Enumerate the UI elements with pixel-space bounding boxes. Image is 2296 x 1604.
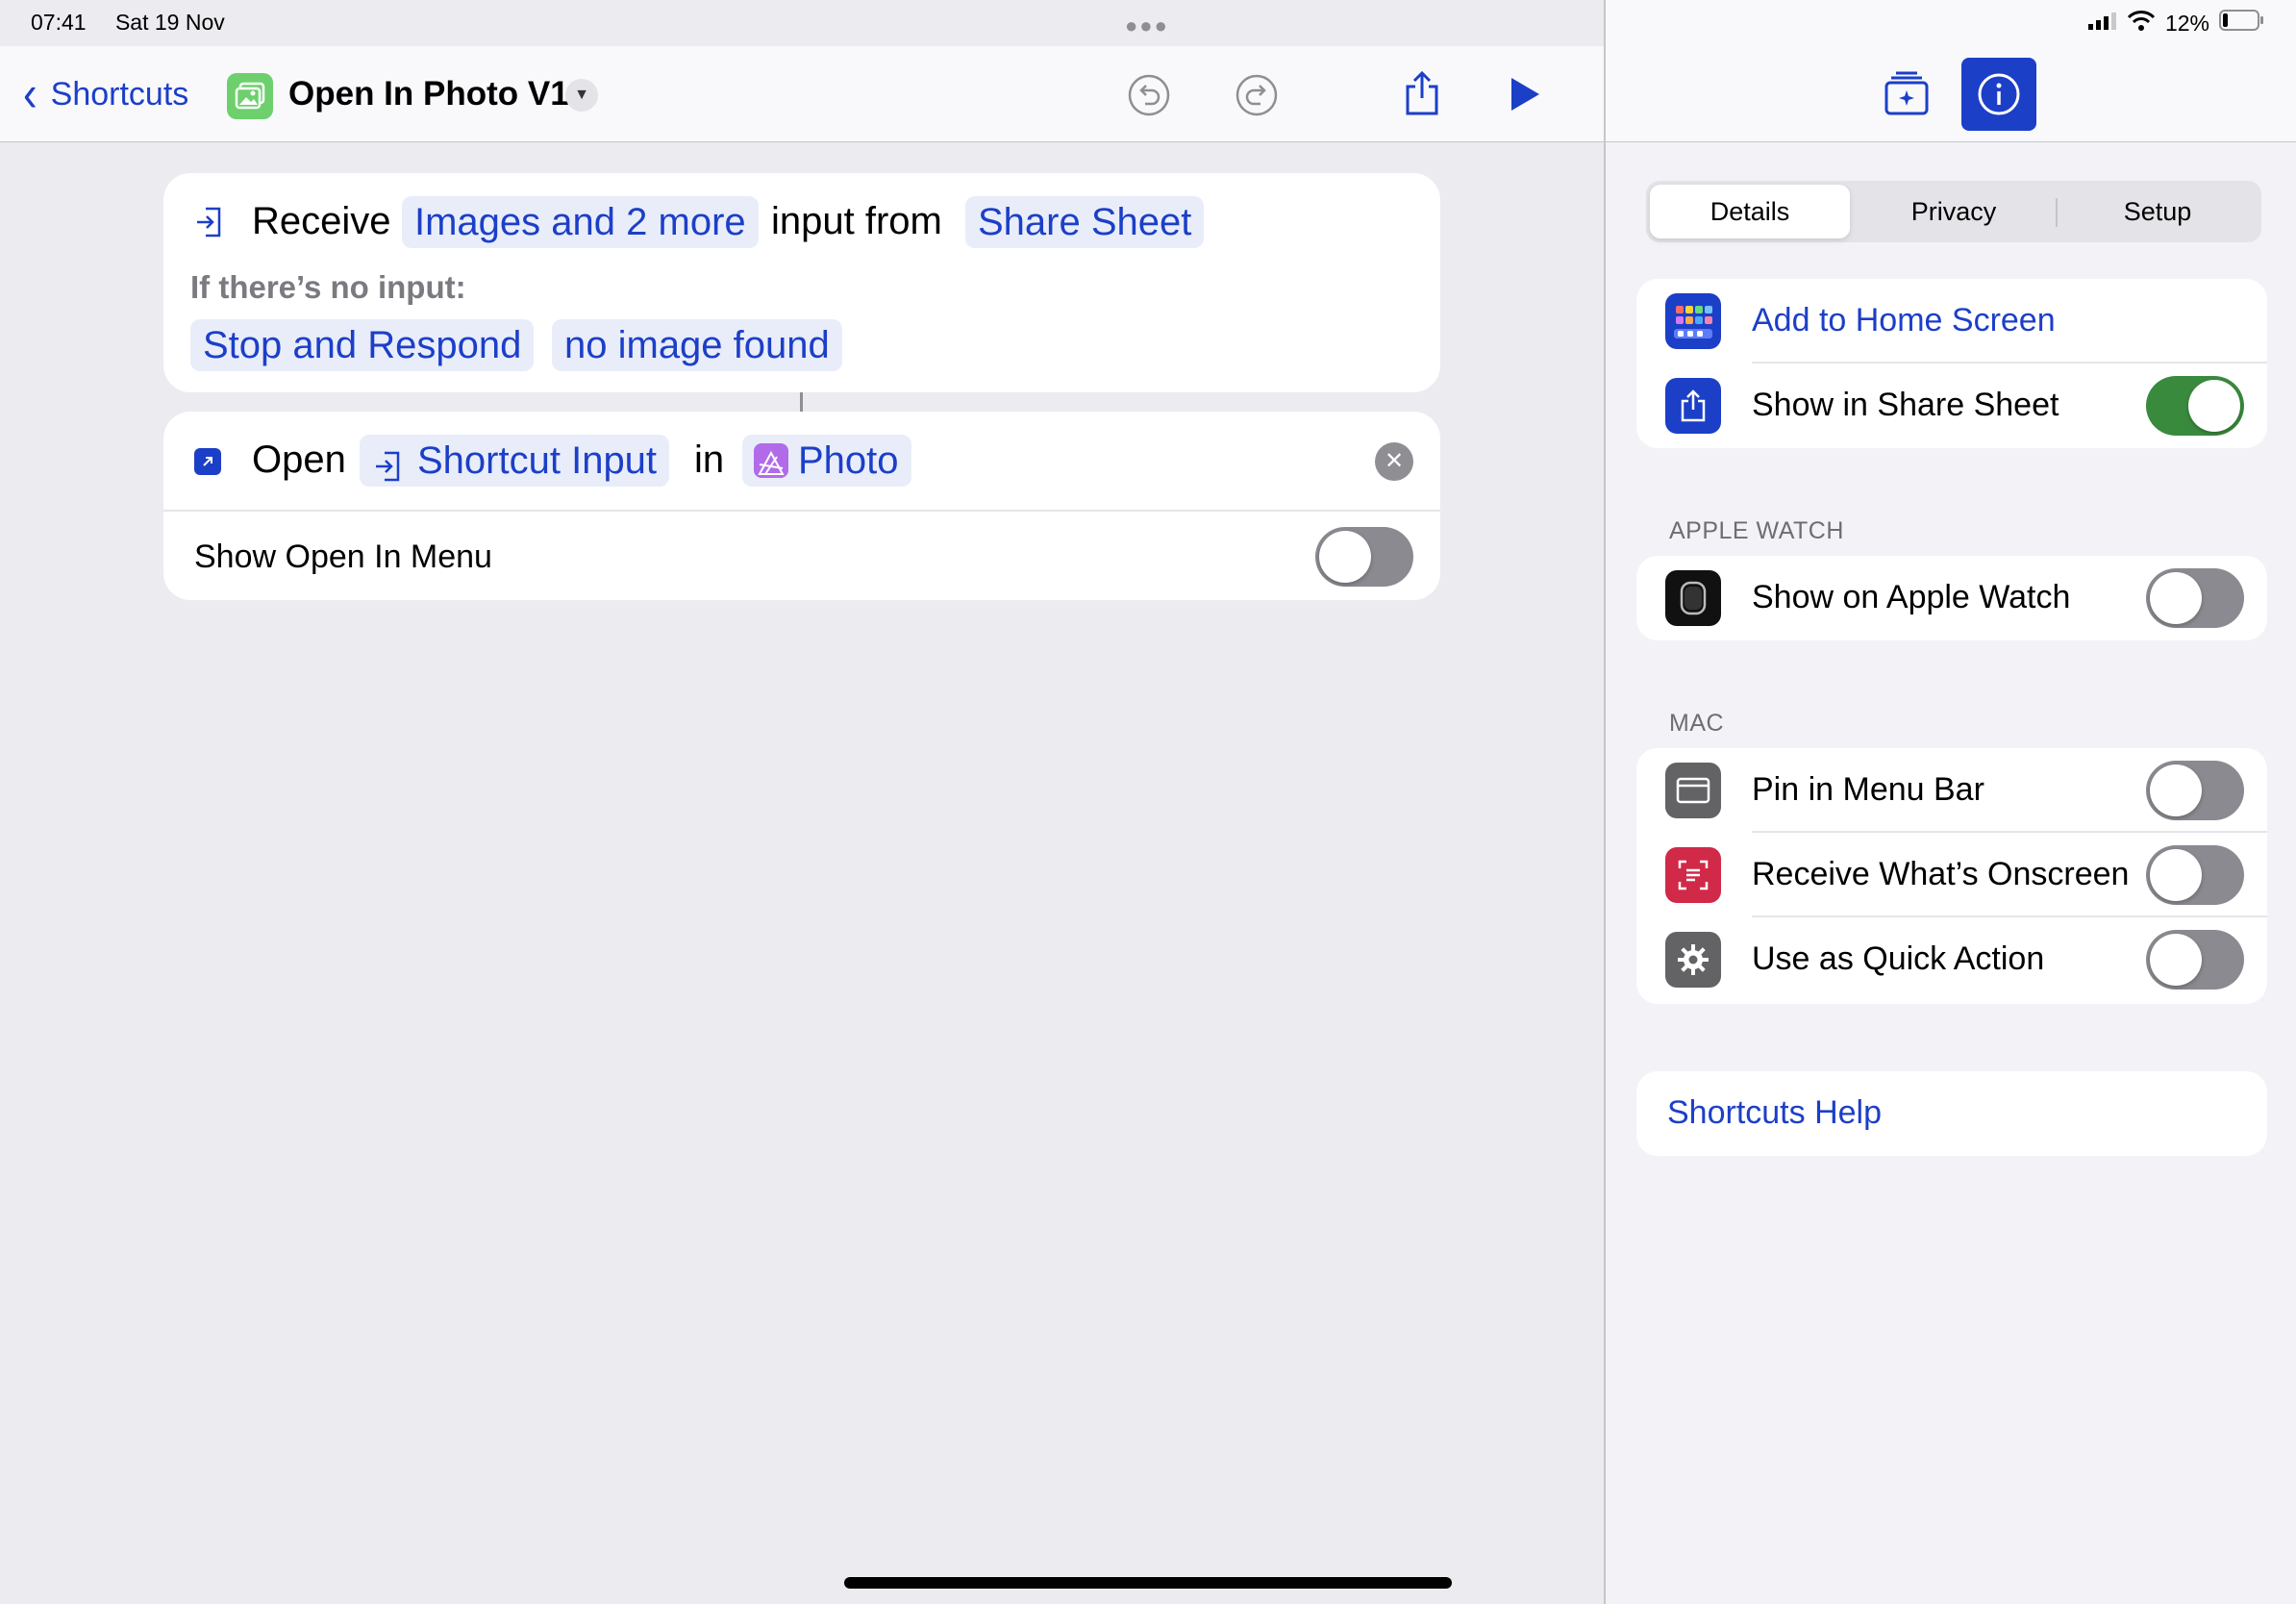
show-open-in-menu-toggle[interactable] — [1315, 527, 1413, 587]
action-connector-line — [800, 392, 803, 412]
mac-section-header: MAC — [1669, 710, 1725, 737]
receive-connector: input from — [771, 200, 942, 242]
info-button[interactable] — [1961, 58, 2036, 131]
home-indicator[interactable] — [844, 1577, 1452, 1589]
info-icon — [1978, 73, 2020, 115]
mac-group: Pin in Menu Bar Receive What’s Onscreen — [1636, 748, 2267, 1004]
general-settings-group: Add to Home Screen Show in Share Sheet — [1636, 279, 2267, 448]
pin-in-menu-bar-toggle[interactable] — [2146, 761, 2244, 820]
pin-in-menu-bar-label: Pin in Menu Bar — [1752, 771, 1984, 808]
remove-action-icon[interactable]: ✕ — [1375, 442, 1413, 481]
apple-watch-group: Show on Apple Watch — [1636, 556, 2267, 640]
add-to-home-screen-label: Add to Home Screen — [1752, 302, 2056, 338]
multitasking-dots-icon[interactable]: ●●● — [1125, 13, 1169, 38]
divider — [163, 510, 1440, 512]
source-pill[interactable]: Share Sheet — [965, 196, 1205, 248]
add-to-home-screen-cell[interactable]: Add to Home Screen — [1636, 279, 2267, 363]
details-segmented-control: Details Privacy Setup — [1646, 181, 2261, 242]
shortcuts-help-label: Shortcuts Help — [1667, 1094, 1882, 1131]
add-to-gallery-icon[interactable] — [1883, 69, 1931, 122]
no-input-label: If there’s no input: — [190, 269, 466, 305]
editor-nav-bar: ‹ Shortcuts Open In Photo V1 ▼ — [0, 46, 1604, 142]
battery-percent: 12% — [2164, 10, 2209, 36]
apple-watch-section-header: APPLE WATCH — [1669, 517, 1844, 544]
shortcut-input-icon — [373, 444, 402, 496]
receive-action-card[interactable]: Receive Images and 2 more input from Sha… — [163, 173, 1440, 392]
share-icon[interactable] — [1402, 69, 1442, 122]
wifi-icon — [2127, 10, 2156, 37]
help-group: Shortcuts Help — [1636, 1071, 2267, 1156]
app-pill-label: Photo — [798, 439, 899, 482]
open-action-card[interactable]: Open Shortcut Input in Photo ✕ Show Open… — [163, 412, 1440, 600]
show-on-apple-watch-toggle[interactable] — [2146, 568, 2244, 628]
status-date: Sat 19 Nov — [114, 10, 225, 35]
pin-in-menu-bar-cell: Pin in Menu Bar — [1636, 748, 2267, 833]
chevron-down-icon[interactable]: ▼ — [565, 79, 598, 112]
show-in-share-sheet-label: Show in Share Sheet — [1752, 387, 2059, 423]
gear-icon — [1665, 932, 1721, 988]
show-in-share-sheet-cell: Show in Share Sheet — [1636, 363, 2267, 448]
apple-watch-icon — [1665, 570, 1721, 626]
panel-nav-bar: 12% — [1606, 0, 2296, 142]
show-on-apple-watch-cell: Show on Apple Watch — [1636, 556, 2267, 640]
input-types-pill[interactable]: Images and 2 more — [402, 196, 759, 248]
details-panel: 12% Details Privacy Setup Add to Home Sc… — [1604, 0, 2296, 1604]
use-as-quick-action-cell: Use as Quick Action — [1636, 917, 2267, 1002]
show-on-apple-watch-label: Show on Apple Watch — [1752, 579, 2071, 615]
share-sheet-icon — [1665, 378, 1721, 434]
tab-details[interactable]: Details — [1650, 185, 1850, 238]
photo-app-icon — [754, 443, 788, 478]
shortcut-input-pill[interactable]: Shortcut Input — [360, 435, 670, 487]
back-button-label: Shortcuts — [50, 75, 189, 113]
redo-icon[interactable] — [1235, 73, 1279, 122]
back-button[interactable]: ‹ Shortcuts — [23, 68, 189, 119]
receive-verb: Receive — [252, 200, 391, 242]
battery-icon — [2219, 10, 2263, 37]
status-bar-left: 07:41 Sat 19 Nov — [31, 10, 248, 36]
app-pill[interactable]: Photo — [742, 435, 911, 487]
onscreen-icon — [1665, 847, 1721, 903]
menu-bar-icon — [1665, 763, 1721, 818]
tab-privacy[interactable]: Privacy — [1854, 185, 2054, 238]
shortcut-input-label: Shortcut Input — [417, 439, 658, 482]
chevron-left-icon: ‹ — [23, 65, 37, 122]
receive-whats-onscreen-cell: Receive What’s Onscreen — [1636, 833, 2267, 917]
show-in-share-sheet-toggle[interactable] — [2146, 376, 2244, 436]
status-time: 07:41 — [31, 10, 87, 35]
tab-setup[interactable]: Setup — [2058, 185, 2258, 238]
cellular-signal-icon — [2087, 11, 2117, 37]
shortcut-app-icon[interactable] — [227, 73, 273, 119]
receive-input-icon — [194, 206, 223, 243]
use-as-quick-action-label: Use as Quick Action — [1752, 940, 2045, 977]
show-open-in-menu-label: Show Open In Menu — [194, 539, 492, 575]
shortcuts-help-link[interactable]: Shortcuts Help — [1636, 1071, 2267, 1156]
open-connector: in — [694, 439, 725, 481]
shortcut-title[interactable]: Open In Photo V1 — [288, 75, 569, 113]
no-input-action-pill[interactable]: Stop and Respond — [190, 319, 535, 371]
shortcut-editor: 07:41 Sat 19 Nov ●●● ‹ Shortcuts Open In… — [0, 0, 1604, 1604]
receive-whats-onscreen-toggle[interactable] — [2146, 845, 2244, 905]
no-input-message-pill[interactable]: no image found — [552, 319, 842, 371]
open-verb: Open — [252, 439, 346, 481]
use-as-quick-action-toggle[interactable] — [2146, 930, 2244, 990]
status-bar-right: 12% — [2087, 10, 2263, 37]
receive-whats-onscreen-label: Receive What’s Onscreen — [1752, 856, 2130, 892]
home-screen-icon — [1665, 293, 1721, 349]
undo-icon[interactable] — [1127, 73, 1171, 122]
run-shortcut-button[interactable] — [1508, 75, 1542, 118]
open-app-icon — [194, 448, 221, 475]
